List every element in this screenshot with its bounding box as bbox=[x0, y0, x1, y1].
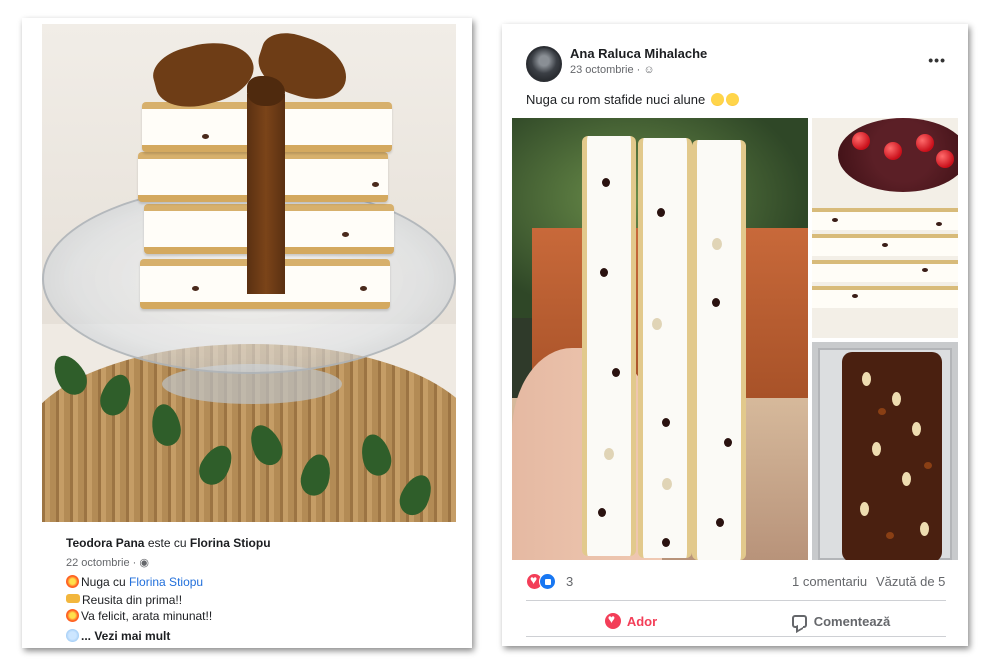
caption-text: Reusita din prima!! bbox=[82, 593, 183, 607]
author-name[interactable]: Teodora Pana bbox=[66, 536, 144, 550]
divider bbox=[526, 600, 946, 601]
nougat-layer bbox=[812, 260, 958, 282]
nougat-bars-photo[interactable] bbox=[512, 118, 808, 560]
like-reaction-icon[interactable] bbox=[539, 573, 556, 590]
right-post-card: Ana Raluca Mihalache 23 octombrie · ☺ ••… bbox=[502, 24, 968, 646]
left-post-card: Teodora Pana este cu Florina Stiopu 22 o… bbox=[22, 18, 472, 648]
raisin bbox=[342, 232, 349, 237]
reaction-count[interactable]: 3 bbox=[566, 574, 573, 589]
raisin bbox=[600, 268, 608, 277]
more-options-button[interactable]: ••• bbox=[928, 52, 946, 68]
post-text-content: Nuga cu rom stafide nuci alune bbox=[526, 92, 706, 107]
snowflake-emoji bbox=[66, 629, 79, 642]
brown-ribbon bbox=[247, 94, 285, 294]
raisin bbox=[878, 408, 886, 415]
raisin bbox=[924, 462, 932, 469]
author-name[interactable]: Ana Raluca Mihalache bbox=[570, 46, 707, 61]
reactions-row: 3 1 comentariu Văzută de 5 bbox=[526, 572, 946, 592]
cherry bbox=[852, 132, 870, 150]
comment-label: Comentează bbox=[813, 613, 891, 629]
nut bbox=[862, 372, 871, 386]
friends-icon: · ☺ bbox=[636, 64, 655, 76]
raisin bbox=[852, 294, 858, 298]
caption-text: Va felicit, arata minunat!! bbox=[81, 609, 213, 623]
nougat-bar bbox=[582, 136, 636, 556]
post-text: Nuga cu rom stafide nuci alune bbox=[526, 92, 739, 107]
comments-count[interactable]: 1 comentariu bbox=[792, 574, 867, 589]
post-header: Ana Raluca Mihalache 23 octombrie · ☺ ••… bbox=[526, 46, 946, 86]
cherry bbox=[884, 142, 902, 160]
see-more-link[interactable]: ... Vezi mai mult bbox=[81, 629, 170, 643]
post-date: 23 octombrie · ☺ bbox=[570, 64, 655, 76]
nougat-stack-photo[interactable] bbox=[42, 24, 456, 522]
cherry bbox=[936, 150, 954, 168]
action-bar: Ador Comentează bbox=[526, 606, 946, 636]
heart-icon bbox=[604, 612, 621, 629]
raisins-nuts-photo[interactable] bbox=[812, 342, 958, 560]
raisin bbox=[202, 134, 209, 139]
raisin bbox=[882, 243, 888, 247]
raisin bbox=[724, 438, 732, 447]
globe-icon: · ◉ bbox=[132, 557, 149, 569]
love-label: Ador bbox=[626, 613, 658, 629]
with-text: este cu bbox=[147, 536, 187, 550]
collision-emoji bbox=[66, 575, 79, 588]
pointing-hand-emoji bbox=[66, 594, 80, 603]
raisin bbox=[712, 298, 720, 307]
raisin bbox=[832, 218, 838, 222]
tagged-friend[interactable]: Florina Stiopu bbox=[190, 536, 271, 550]
post-meta: 22 octombrie · ◉ bbox=[66, 556, 440, 569]
ribbon-knot bbox=[247, 76, 285, 106]
hazelnut bbox=[662, 478, 672, 490]
caption-line-1: Nuga cu Florina Stiopu bbox=[66, 575, 440, 589]
collision-emoji bbox=[66, 609, 79, 622]
nut bbox=[902, 472, 911, 486]
raisin bbox=[657, 208, 665, 217]
raisin bbox=[602, 178, 610, 187]
cherry bbox=[916, 134, 934, 152]
raisin bbox=[662, 418, 670, 427]
caption-line-3: Va felicit, arata minunat!! bbox=[66, 609, 440, 623]
nut bbox=[912, 422, 921, 436]
comment-icon bbox=[791, 614, 807, 628]
see-more-row: ... Vezi mai mult bbox=[66, 629, 440, 643]
raisin bbox=[922, 268, 928, 272]
cake-slice-photo[interactable] bbox=[812, 118, 958, 338]
hazelnut bbox=[604, 448, 614, 460]
nougat-bar bbox=[692, 140, 746, 560]
raisin bbox=[598, 508, 606, 517]
caption-prefix: Nuga cu bbox=[81, 575, 126, 589]
post-author-line: Teodora Pana este cu Florina Stiopu bbox=[66, 536, 440, 550]
smiling-emoji bbox=[710, 93, 724, 106]
smiling-emoji bbox=[725, 93, 739, 106]
raisin bbox=[192, 286, 199, 291]
caption-tag-link[interactable]: Florina Stiopu bbox=[129, 575, 203, 589]
views-count[interactable]: Văzută de 5 bbox=[876, 574, 945, 589]
raisin bbox=[372, 182, 379, 187]
raisin bbox=[612, 368, 620, 377]
nut bbox=[920, 522, 929, 536]
raisin bbox=[662, 538, 670, 547]
post-date-link[interactable]: 23 octombrie bbox=[570, 64, 634, 76]
comment-button[interactable]: Comentează bbox=[736, 606, 946, 636]
raisin bbox=[716, 518, 724, 527]
nougat-layer bbox=[812, 286, 958, 308]
avatar[interactable] bbox=[526, 46, 562, 82]
raisin bbox=[360, 286, 367, 291]
hazelnut bbox=[652, 318, 662, 330]
raisin bbox=[886, 532, 894, 539]
post-date[interactable]: 22 octombrie bbox=[66, 557, 130, 569]
caption-line-2: Reusita din prima!! bbox=[66, 593, 440, 607]
hazelnut bbox=[712, 238, 722, 250]
love-button[interactable]: Ador bbox=[526, 606, 736, 636]
nut bbox=[860, 502, 869, 516]
nougat-bar bbox=[638, 138, 692, 558]
divider bbox=[526, 636, 946, 637]
nut bbox=[872, 442, 881, 456]
raisin bbox=[936, 222, 942, 226]
nut bbox=[892, 392, 901, 406]
left-post-caption: Teodora Pana este cu Florina Stiopu 22 o… bbox=[54, 526, 452, 648]
